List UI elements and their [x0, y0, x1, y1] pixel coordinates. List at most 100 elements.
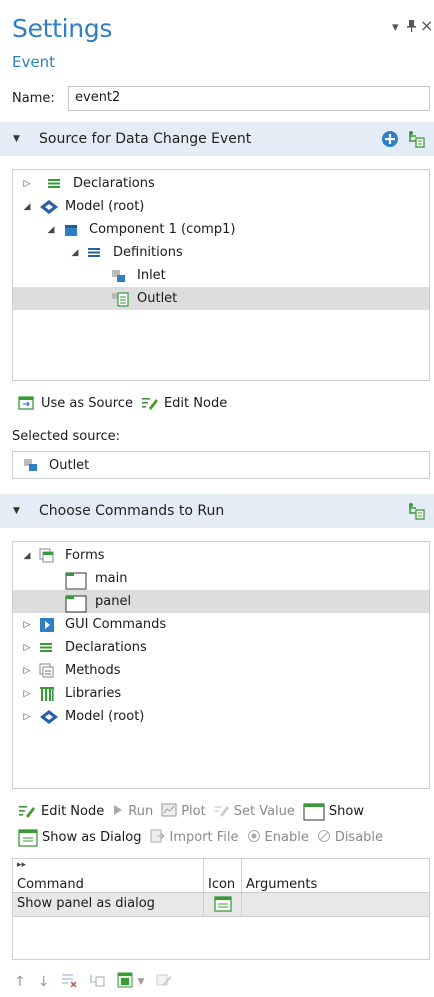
tree-item-label: Model (root)	[65, 199, 145, 214]
tree-item-label: Inlet	[137, 268, 166, 283]
tree-filter-icon[interactable]	[407, 501, 427, 521]
tree-item-label: GUI Commands	[65, 617, 167, 632]
dropdown-menu-icon[interactable]: ▾	[392, 20, 399, 35]
expand-icon[interactable]: ▷	[21, 666, 33, 676]
gui-commands-icon	[39, 617, 57, 633]
variable-icon	[23, 457, 41, 473]
expand-icon[interactable]: ▷	[21, 620, 33, 630]
tree-item-label: Declarations	[73, 176, 155, 191]
collapse-icon[interactable]: ◢	[69, 248, 81, 258]
collapse-icon[interactable]: ▼	[13, 506, 29, 516]
tree-item-label: Libraries	[65, 686, 122, 701]
tree-item-label: Declarations	[65, 640, 147, 655]
source-section-header[interactable]: ▼ Source for Data Change Event	[0, 122, 434, 156]
tree-item-main[interactable]: main	[13, 567, 429, 590]
enable-icon	[247, 829, 261, 845]
declarations-icon	[39, 640, 57, 656]
tree-item-label: Methods	[65, 663, 121, 678]
tree-item-declarations[interactable]: ▷ Declarations	[13, 172, 429, 195]
delete-rows-icon[interactable]	[61, 973, 77, 991]
close-icon[interactable]: ×	[420, 16, 433, 35]
run-button[interactable]: Run	[112, 803, 153, 819]
edit-node-button[interactable]: Edit Node	[18, 803, 104, 819]
name-input[interactable]: event2	[68, 86, 430, 111]
tree-item-component[interactable]: ◢ Component 1 (comp1)	[13, 218, 429, 241]
panel-subtitle: Event	[12, 53, 55, 71]
commands-toolbar-2: Show as Dialog Import File Enable Disabl…	[18, 829, 391, 847]
declarations-icon	[47, 176, 65, 192]
add-plus-icon[interactable]	[380, 129, 400, 149]
tree-item-gui-commands[interactable]: ▷ GUI Commands	[13, 613, 429, 636]
tree-item-outlet[interactable]: Outlet	[13, 287, 429, 310]
forms-icon	[39, 548, 57, 564]
edit-node-icon	[141, 395, 159, 411]
form-icon	[303, 803, 325, 821]
plot-button[interactable]: Plot	[161, 803, 206, 819]
expand-icon[interactable]: ▷	[21, 689, 33, 699]
expand-icon[interactable]: ▷	[21, 179, 33, 189]
tree-item-libraries[interactable]: ▷ Libraries	[13, 682, 429, 705]
show-as-dialog-button[interactable]: Show as Dialog	[18, 829, 142, 847]
show-button[interactable]: Show	[303, 803, 364, 821]
enable-button[interactable]: Enable	[247, 829, 309, 845]
import-file-button[interactable]: Import File	[150, 829, 239, 845]
disable-button[interactable]: Disable	[317, 829, 383, 845]
table-cell-arguments[interactable]	[242, 893, 429, 917]
column-header-arguments[interactable]: Arguments	[242, 859, 429, 893]
tree-item-model-root[interactable]: ◢ Model (root)	[13, 195, 429, 218]
set-value-button[interactable]: Set Value	[214, 803, 295, 819]
variable-table-icon	[111, 291, 129, 307]
expand-icon[interactable]: ▷	[21, 643, 33, 653]
collapse-icon[interactable]: ◢	[45, 225, 57, 235]
form-icon	[65, 571, 87, 589]
tree-item-label: Outlet	[137, 291, 178, 306]
tree-item-forms[interactable]: ◢ Forms	[13, 544, 429, 567]
tree-item-label: panel	[95, 594, 132, 609]
tree-filter-icon[interactable]	[407, 129, 427, 149]
commands-toolbar-1: Edit Node Run Plot Set Value Show	[18, 803, 372, 821]
expand-icon[interactable]: ▷	[21, 712, 33, 722]
commands-section-header[interactable]: ▼ Choose Commands to Run	[0, 494, 434, 528]
source-tree[interactable]: ▷ Declarations ◢ Model (root) ◢ Componen…	[12, 169, 430, 381]
column-header-icon[interactable]: Icon	[204, 859, 242, 893]
commands-table[interactable]: ▸▸ Command Icon Arguments Show panel as …	[12, 858, 430, 960]
tree-item-label: main	[95, 571, 128, 586]
tree-item-inlet[interactable]: Inlet	[13, 264, 429, 287]
tree-item-model-root[interactable]: ▷ Model (root)	[13, 705, 429, 728]
insert-row-icon[interactable]	[89, 973, 105, 991]
collapse-icon[interactable]: ◢	[21, 202, 33, 212]
source-toolbar: Use as Source Edit Node	[18, 395, 235, 411]
tree-item-panel[interactable]: panel	[13, 590, 429, 613]
table-cell-command[interactable]: Show panel as dialog	[13, 893, 204, 917]
model-icon	[39, 199, 58, 215]
edit-node-icon	[18, 803, 36, 819]
selected-source-value: Outlet	[49, 457, 90, 473]
collapse-icon[interactable]: ◢	[21, 551, 33, 561]
form-icon	[65, 594, 87, 612]
column-header-command[interactable]: Command	[13, 859, 204, 893]
model-icon	[39, 709, 58, 725]
tree-item-label: Definitions	[113, 245, 183, 260]
panel-title: Settings	[12, 14, 113, 43]
use-as-source-button[interactable]: Use as Source	[18, 395, 133, 411]
tree-item-methods[interactable]: ▷ Methods	[13, 659, 429, 682]
plot-icon	[161, 803, 177, 819]
commands-tree[interactable]: ◢ Forms main panel ▷ GUI Commands ▷ Decl…	[12, 541, 430, 789]
name-label: Name:	[12, 91, 55, 106]
form-table-icon[interactable]	[117, 972, 133, 992]
edit-node-button[interactable]: Edit Node	[141, 395, 227, 411]
move-down-icon[interactable]: ↓	[38, 974, 50, 990]
set-value-icon	[214, 803, 230, 819]
commands-section-title: Choose Commands to Run	[39, 503, 225, 519]
edit-icon[interactable]	[156, 973, 172, 991]
table-cell-icon[interactable]	[204, 893, 242, 917]
dropdown-arrow-icon[interactable]: ▼	[137, 977, 144, 987]
methods-icon	[39, 663, 57, 679]
pin-icon[interactable]	[407, 20, 416, 36]
disable-icon	[317, 829, 331, 845]
tree-item-definitions[interactable]: ◢ Definitions	[13, 241, 429, 264]
table-toolbar: ↑ ↓ ▼	[14, 972, 184, 992]
move-up-icon[interactable]: ↑	[14, 974, 26, 990]
tree-item-declarations[interactable]: ▷ Declarations	[13, 636, 429, 659]
collapse-icon[interactable]: ▼	[13, 134, 29, 144]
